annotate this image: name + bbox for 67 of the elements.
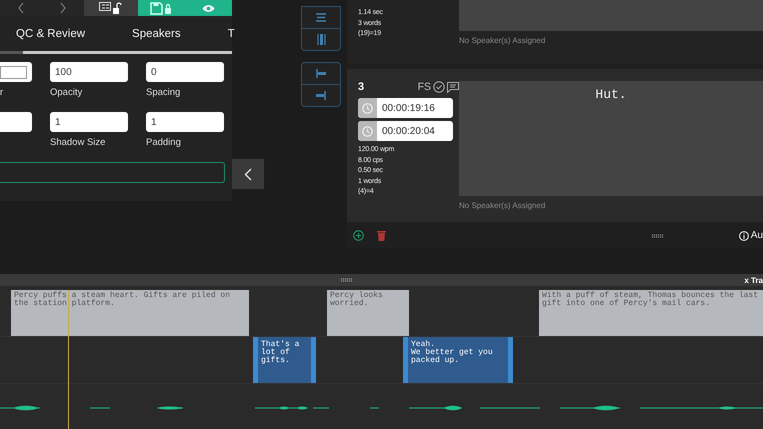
chevron-left-icon	[244, 168, 252, 180]
info-icon	[738, 230, 749, 240]
clip-text: Percy looks worried.	[330, 292, 384, 308]
check-circle-icon[interactable]	[433, 81, 445, 93]
input-field[interactable]	[0, 162, 225, 183]
field-label: Shadow Size	[50, 137, 106, 148]
field-label: Opacity	[50, 87, 84, 98]
resize-handle[interactable]	[508, 337, 513, 383]
input-field[interactable]: 1	[50, 112, 128, 132]
start-time-field[interactable]: 00:00:19:16	[358, 98, 453, 118]
tab[interactable]: Speakers	[132, 28, 181, 40]
tab[interactable]: QC & Review	[16, 28, 86, 40]
grip-icon[interactable]	[341, 278, 352, 282]
tab[interactable]: T	[228, 28, 235, 40]
align-center-icon	[316, 13, 326, 22]
resize-handle[interactable]	[253, 337, 258, 383]
info-text: Au	[750, 230, 763, 241]
field-value: 100	[55, 66, 72, 78]
resize-handle[interactable]	[403, 337, 408, 383]
speaker-label: No Speaker(s) Assigned	[459, 201, 546, 210]
end-time-field[interactable]: 00:00:20:04	[358, 121, 453, 141]
captions-lock-button[interactable]	[84, 0, 138, 16]
clock-icon	[362, 126, 373, 136]
input-field[interactable]: 1	[146, 112, 224, 132]
input-field[interactable]	[0, 112, 32, 132]
caption-clip[interactable]: That's a lot of gifts.	[253, 337, 316, 383]
field-value: 1	[55, 116, 61, 128]
eye-icon	[202, 4, 215, 12]
field-label: r	[0, 87, 4, 98]
snap-end-icon	[316, 91, 326, 100]
caption-clip[interactable]: Yeah. We better get you packed up.	[403, 337, 513, 383]
description-clip[interactable]: Percy looks worried.	[327, 290, 409, 336]
input-field[interactable]: 0	[146, 62, 224, 82]
clip-text: Yeah. We better get you packed up.	[410, 339, 494, 368]
view-button[interactable]	[185, 0, 232, 16]
trash-icon[interactable]	[377, 230, 386, 241]
chevron-right-icon	[59, 2, 67, 14]
field-value: 0	[151, 66, 157, 78]
resize-handle[interactable]	[311, 337, 316, 383]
input-field[interactable]: 100	[50, 62, 128, 82]
add-icon[interactable]	[353, 230, 364, 241]
description-clip[interactable]: With a puff of steam, Thomas bounces the last gift into one of Percy's mail cars.	[539, 290, 763, 336]
speaker-label: No Speaker(s) Assigned	[459, 36, 546, 45]
captions-lock-icon	[99, 2, 123, 14]
input-field[interactable]	[0, 62, 32, 82]
clip-text: That's a lot of gifts.	[260, 339, 300, 368]
field-value: 1	[151, 116, 157, 128]
save-lock-icon	[150, 2, 174, 14]
color-swatch[interactable]	[0, 66, 27, 78]
collapse-button[interactable]	[232, 159, 264, 189]
snap-start-icon	[316, 69, 326, 78]
field-label: Spacing	[146, 87, 182, 98]
info-link[interactable]: Au	[738, 230, 763, 241]
subtitle-number: 3	[358, 81, 364, 93]
subtitle-text-box[interactable]: Hut.	[459, 81, 763, 196]
clock-icon	[362, 102, 373, 114]
split-icon	[316, 34, 326, 45]
close-track-link[interactable]: x Tra	[744, 276, 763, 284]
clip-text: With a puff of steam, Thomas bounces the last gift into one of Percy's mail cars.	[542, 292, 760, 308]
clip-text: Percy puffs a steam heart. Gifts are piled on the station platform.	[14, 292, 232, 308]
description-clip[interactable]: Percy puffs a steam heart. Gifts are piled on the station platform.	[11, 290, 249, 336]
grip-icon[interactable]	[652, 234, 663, 238]
subtitle-text: Hut.	[595, 87, 627, 104]
chevron-left-icon	[17, 2, 25, 14]
field-label: Padding	[146, 137, 182, 148]
comment-icon[interactable]	[447, 82, 459, 92]
flag-label: FS	[418, 81, 431, 93]
